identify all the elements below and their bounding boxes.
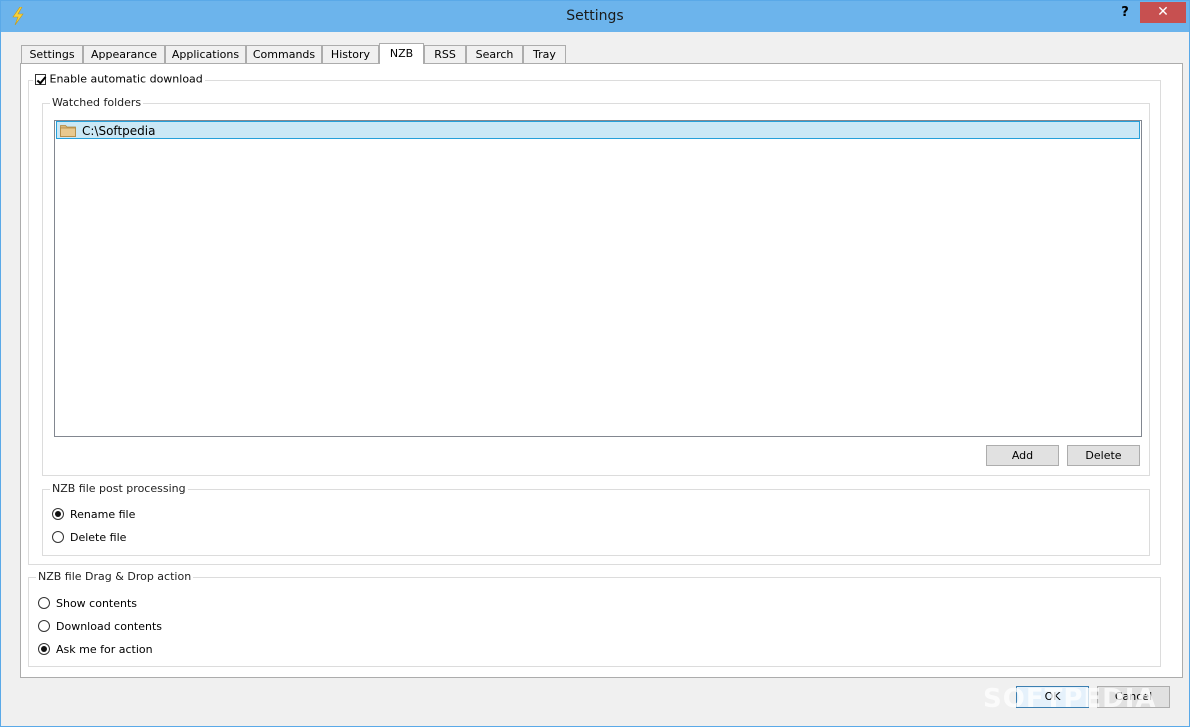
- close-button[interactable]: ✕: [1140, 2, 1186, 23]
- watched-folders-list[interactable]: C:\Softpedia: [54, 120, 1142, 437]
- dialog-client-area: Settings Appearance Applications Command…: [8, 32, 1183, 720]
- tab-history[interactable]: History: [322, 45, 379, 63]
- add-button[interactable]: Add: [986, 445, 1059, 466]
- delete-file-radio[interactable]: [52, 531, 64, 543]
- ask-me-label[interactable]: Ask me for action: [56, 643, 153, 656]
- folder-path-label: C:\Softpedia: [82, 124, 156, 138]
- drag-drop-title: NZB file Drag & Drop action: [36, 570, 194, 583]
- drag-drop-group: NZB file Drag & Drop action Show content…: [28, 570, 1161, 667]
- delete-file-label[interactable]: Delete file: [70, 531, 126, 544]
- delete-button[interactable]: Delete: [1067, 445, 1140, 466]
- tab-search[interactable]: Search: [466, 45, 523, 63]
- ask-me-radio[interactable]: [38, 643, 50, 655]
- watermark: SOFTPEDIA: [983, 684, 1157, 714]
- auto-download-checkbox[interactable]: [35, 73, 46, 85]
- folder-icon: [60, 125, 76, 137]
- tab-applications[interactable]: Applications: [165, 45, 246, 63]
- watched-folders-title: Watched folders: [50, 96, 144, 109]
- list-item[interactable]: C:\Softpedia: [56, 121, 1140, 139]
- nzb-tab-page: Enable automatic download Watched folder…: [20, 63, 1183, 678]
- rename-file-label[interactable]: Rename file: [70, 508, 135, 521]
- settings-window: Settings ? ✕ Settings Appearance Applica…: [0, 0, 1190, 727]
- auto-download-label: Enable automatic download: [49, 72, 203, 86]
- tab-nzb[interactable]: NZB: [379, 43, 424, 64]
- download-contents-radio[interactable]: [38, 620, 50, 632]
- rename-file-radio[interactable]: [52, 508, 64, 520]
- tab-commands[interactable]: Commands: [246, 45, 322, 63]
- auto-download-group: Enable automatic download Watched folder…: [28, 72, 1161, 565]
- tab-settings[interactable]: Settings: [21, 45, 83, 63]
- post-processing-group: NZB file post processing Rename file Del…: [42, 482, 1150, 556]
- tab-appearance[interactable]: Appearance: [83, 45, 165, 63]
- help-button[interactable]: ?: [1113, 3, 1137, 23]
- show-contents-label[interactable]: Show contents: [56, 597, 137, 610]
- download-contents-label[interactable]: Download contents: [56, 620, 162, 633]
- post-processing-title: NZB file post processing: [50, 482, 188, 495]
- auto-download-toggle[interactable]: Enable automatic download: [33, 72, 205, 86]
- window-title: Settings: [566, 8, 624, 24]
- title-bar[interactable]: Settings ? ✕: [1, 1, 1189, 32]
- show-contents-radio[interactable]: [38, 597, 50, 609]
- watched-folders-group: Watched folders C:\Softpedia Add Delete: [42, 96, 1150, 476]
- tab-tray[interactable]: Tray: [523, 45, 566, 63]
- tab-rss[interactable]: RSS: [424, 45, 466, 63]
